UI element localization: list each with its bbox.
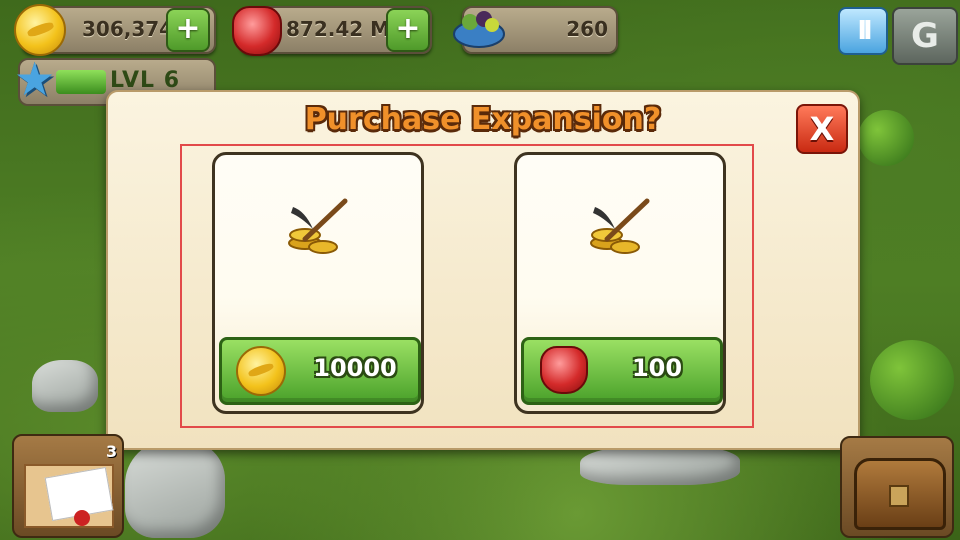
mail-button[interactable]: 3 <box>12 434 124 538</box>
star-icon: ★ <box>14 52 56 106</box>
close-button[interactable]: X <box>796 104 848 154</box>
rock <box>32 360 98 412</box>
add-gems-button[interactable]: + <box>386 8 430 52</box>
chest-icon <box>854 458 946 530</box>
rock <box>125 440 225 538</box>
wax-seal <box>74 510 90 526</box>
buy-with-coins-button[interactable]: 10000 <box>219 337 421 405</box>
xp-progress-fill <box>56 70 106 94</box>
pickaxe-icon <box>288 198 348 254</box>
inventory-chest-button[interactable] <box>840 436 954 538</box>
gem-value: 872.42 M <box>286 17 391 41</box>
mail-icon <box>24 464 114 528</box>
gameloft-button[interactable]: G <box>892 7 958 65</box>
pause-button[interactable]: II <box>838 7 888 55</box>
coin-value: 306,374 <box>82 17 174 41</box>
gem-icon <box>232 6 282 56</box>
coin-price: 10000 <box>313 354 397 382</box>
expansion-option-coins: 10000 <box>212 152 424 414</box>
dialog-title: Purchase Expansion? <box>304 102 662 137</box>
purchase-expansion-dialog: Purchase Expansion? X 10000 100 <box>106 90 860 450</box>
buy-with-gems-button[interactable]: 100 <box>521 337 723 405</box>
food-bowl-icon <box>453 11 505 48</box>
expansion-option-gems: 100 <box>514 152 726 414</box>
bush <box>858 110 914 166</box>
gem-price: 100 <box>631 354 683 382</box>
coin-icon <box>14 4 66 56</box>
pickaxe-icon <box>590 198 650 254</box>
bush <box>870 340 954 420</box>
mail-count-badge: 3 <box>106 442 118 461</box>
lock-icon <box>889 485 909 507</box>
add-coins-button[interactable]: + <box>166 8 210 52</box>
gem-icon <box>540 346 588 394</box>
food-value: 260 <box>566 17 608 41</box>
rock <box>580 445 740 485</box>
coin-icon <box>236 346 286 396</box>
